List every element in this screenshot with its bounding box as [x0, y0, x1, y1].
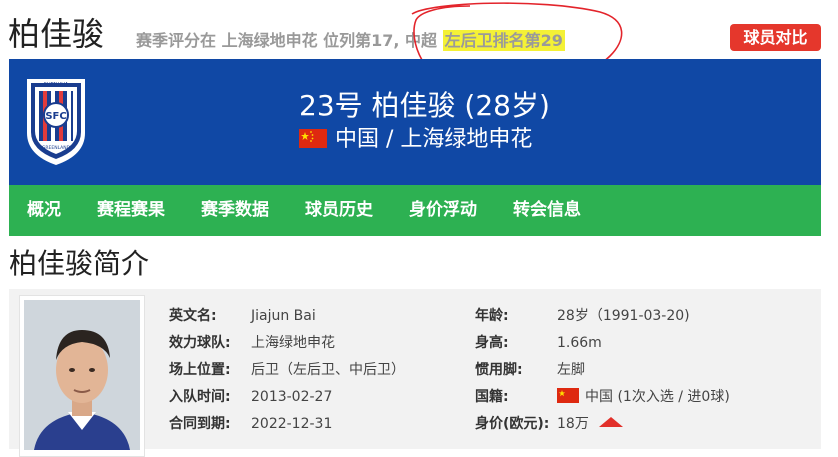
nationality-value: 中国 (1次入选 / 进0球): [557, 386, 730, 408]
position-rank-highlight: 左后卫排名第29: [442, 30, 565, 51]
age-value: 28岁（1991-03-20): [557, 308, 690, 324]
tab-transfer-info[interactable]: 转会信息: [495, 185, 599, 236]
contract-value: 2022-12-31: [251, 416, 333, 432]
season-rating-summary: 赛季评分在 上海绿地申花 位列第17, 中超 左后卫排名第29: [136, 30, 565, 52]
tab-fixtures-results[interactable]: 赛程赛果: [79, 185, 183, 236]
svg-text:SFC: SFC: [45, 111, 66, 122]
join-date-value: 2013-02-27: [251, 389, 333, 405]
foot-label: 惯用脚:: [475, 362, 523, 378]
club-value: 上海绿地申花: [251, 335, 335, 351]
club-label: 效力球队:: [169, 335, 231, 351]
china-flag-icon: [299, 128, 327, 148]
position-value: 后卫（左后卫、中后卫）: [251, 362, 405, 378]
market-value-label: 身价(欧元):: [475, 416, 550, 432]
tab-season-stats[interactable]: 赛季数据: [183, 185, 287, 236]
english-name-label: 英文名:: [169, 308, 217, 324]
nationality-label: 国籍:: [475, 389, 509, 405]
player-nation-club: 中国 / 上海绿地申花: [299, 125, 532, 155]
section-title: 柏佳骏简介: [9, 247, 150, 280]
player-photo-image: [24, 300, 140, 450]
foot-value: 左脚: [557, 362, 585, 378]
market-value-text: 18万: [557, 416, 589, 432]
club-logo-icon: SFC SHENHUA GREENLAND: [27, 79, 85, 165]
svg-text:GREENLAND: GREENLAND: [42, 145, 71, 151]
page-header: 柏佳骏 赛季评分在 上海绿地申花 位列第17, 中超 左后卫排名第29 球员对比: [0, 0, 838, 58]
age-label: 年龄:: [475, 308, 509, 324]
join-date-label: 入队时间:: [169, 389, 231, 405]
player-photo: [19, 295, 145, 457]
height-value: 1.66m: [557, 335, 602, 351]
china-flag-icon: [557, 387, 579, 403]
height-label: 身高:: [475, 335, 509, 351]
tab-market-value[interactable]: 身价浮动: [391, 185, 495, 236]
summary-text: 赛季评分在 上海绿地申花 位列第17, 中超: [136, 31, 443, 50]
up-arrow-icon[interactable]: [598, 417, 623, 427]
player-banner: SFC SHENHUA GREENLAND 23号 柏佳骏 (28岁) 中国 /…: [9, 59, 821, 185]
nationality-text: 中国 (1次入选 / 进0球): [585, 389, 730, 405]
svg-text:SHENHUA: SHENHUA: [44, 82, 69, 88]
position-label: 场上位置:: [169, 362, 231, 378]
player-number-name-age: 23号 柏佳骏 (28岁): [299, 89, 550, 122]
market-value: 18万: [557, 413, 623, 435]
nation-club-text: 中国 / 上海绿地申花: [335, 127, 533, 152]
tab-overview[interactable]: 概况: [9, 185, 79, 236]
player-info-panel: 英文名: Jiajun Bai 效力球队: 上海绿地申花 场上位置: 后卫（左后…: [9, 289, 821, 457]
contract-label: 合同到期:: [169, 416, 231, 432]
player-tabs: 概况 赛程赛果 赛季数据 球员历史 身价浮动 转会信息: [9, 185, 821, 236]
player-compare-button[interactable]: 球员对比: [730, 24, 821, 51]
english-name-value: Jiajun Bai: [251, 308, 316, 324]
tab-player-history[interactable]: 球员历史: [287, 185, 391, 236]
page-title: 柏佳骏: [8, 15, 105, 53]
